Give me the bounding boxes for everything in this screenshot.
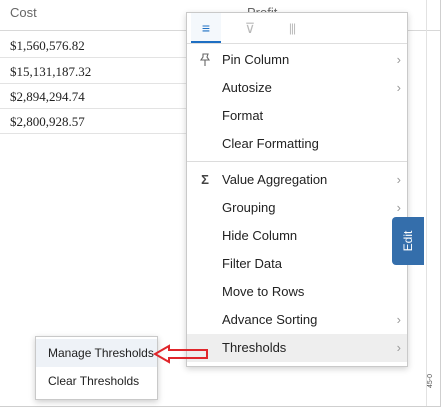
menu-item-label: Value Aggregation — [222, 172, 328, 187]
menu-item-grouping[interactable]: Grouping › — [187, 194, 407, 222]
menu-icon[interactable]: ≡ — [191, 13, 221, 43]
menu-divider — [187, 161, 407, 162]
submenu-item-manage-thresholds[interactable]: Manage Thresholds — [36, 339, 157, 367]
menu-item-pin-column[interactable]: Pin Column › — [187, 46, 407, 74]
menu-item-value-aggregation[interactable]: Σ Value Aggregation › — [187, 166, 407, 194]
menu-item-format[interactable]: Format — [187, 102, 407, 130]
sigma-icon: Σ — [201, 172, 209, 187]
menu-item-advance-sorting[interactable]: Advance Sorting › — [187, 306, 407, 334]
table-row[interactable]: $2,800,928.57 — [0, 109, 186, 134]
menu-item-label: Autosize — [222, 80, 272, 95]
filter-icon[interactable]: ⊽ — [235, 13, 265, 43]
chevron-right-icon: › — [396, 172, 401, 187]
chevron-right-icon: › — [396, 340, 401, 355]
menu-item-move-to-rows[interactable]: Move to Rows — [187, 278, 407, 306]
annotation-arrow-icon — [153, 344, 208, 364]
menu-item-label: Thresholds — [222, 340, 287, 355]
edit-tab[interactable]: Edit — [392, 217, 424, 265]
menu-item-clear-formatting[interactable]: Clear Formatting — [187, 130, 407, 158]
menu-item-label: Move to Rows — [222, 284, 305, 299]
menu-item-label: Advance Sorting — [222, 312, 318, 327]
chevron-right-icon: › — [396, 312, 401, 327]
vertical-scrollbar-track[interactable] — [426, 0, 427, 406]
menu-item-label: Format — [222, 108, 264, 123]
submenu-item-label: Manage Thresholds — [48, 346, 154, 360]
menu-item-label: Hide Column — [222, 228, 298, 243]
thresholds-submenu: Manage Thresholds Clear Thresholds — [35, 336, 158, 400]
submenu-item-label: Clear Thresholds — [48, 374, 140, 388]
pin-icon — [197, 46, 213, 77]
menu-item-autosize[interactable]: Autosize › — [187, 74, 407, 102]
table-row[interactable]: $2,894,294.74 — [0, 84, 186, 109]
chevron-right-icon: › — [396, 52, 401, 67]
menu-item-label: Clear Formatting — [222, 136, 319, 151]
menu-item-hide-column[interactable]: Hide Column — [187, 222, 407, 250]
menu-item-label: Grouping — [222, 200, 276, 215]
chevron-right-icon: › — [396, 80, 401, 95]
menu-item-filter-data[interactable]: Filter Data — [187, 250, 407, 278]
menu-item-label: Pin Column — [222, 52, 290, 67]
side-note: 45-0 — [427, 373, 434, 388]
column-header-cost[interactable]: Cost — [10, 0, 37, 30]
submenu-item-clear-thresholds[interactable]: Clear Thresholds — [36, 367, 157, 395]
menu-item-label: Filter Data — [222, 256, 282, 271]
edit-tab-label: Edit — [401, 230, 415, 252]
column-menu: ≡ ⊽ ||| Pin Column › Autosize › Format C… — [186, 12, 408, 367]
menu-item-thresholds[interactable]: Thresholds › — [187, 334, 407, 362]
columns-icon[interactable]: ||| — [277, 13, 307, 43]
table-row[interactable]: $15,131,187.32 — [0, 59, 186, 84]
table-row[interactable]: $1,560,576.82 — [0, 33, 186, 58]
column-menu-tabs: ≡ ⊽ ||| — [187, 13, 407, 44]
